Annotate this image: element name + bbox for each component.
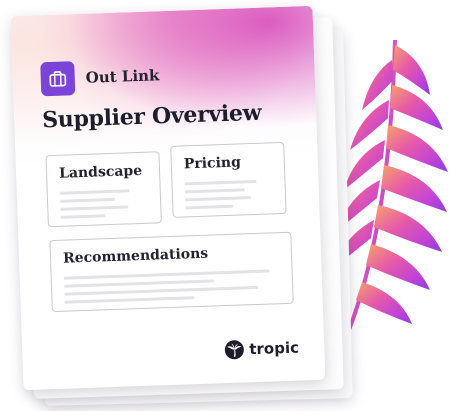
tropic-brand: tropic [224, 338, 299, 361]
placeholder-line [60, 214, 106, 219]
placeholder-line [60, 205, 129, 211]
tropic-wordmark: tropic [249, 338, 300, 359]
placeholder-line [63, 279, 214, 288]
placeholder-line [59, 197, 116, 203]
placeholder-line [185, 204, 234, 210]
section-title-recommendations: Recommendations [62, 245, 209, 267]
placeholder-line [184, 179, 257, 186]
placeholder-line [59, 189, 130, 195]
section-title-landscape: Landscape [58, 162, 143, 182]
placeholder-line [184, 188, 245, 194]
section-title-pricing: Pricing [183, 154, 242, 173]
document-title: Supplier Overview [41, 99, 262, 134]
section-card-pricing: Pricing [170, 141, 287, 218]
placeholder-line [63, 269, 270, 280]
placeholder-line [64, 285, 259, 296]
company-name: Out Link [85, 66, 160, 87]
section-card-landscape: Landscape [45, 151, 162, 228]
document-sheet-front: Out Link Supplier Overview Landscape Pri… [10, 5, 326, 391]
report-illustration: Out Link Supplier Overview Landscape Pri… [0, 0, 453, 411]
placeholder-line [64, 296, 195, 304]
placeholder-line [185, 196, 252, 202]
section-card-recommendations: Recommendations [49, 231, 294, 313]
briefcase-icon [40, 61, 76, 97]
company-brand: Out Link [40, 58, 160, 97]
palm-logo-icon [224, 340, 244, 360]
